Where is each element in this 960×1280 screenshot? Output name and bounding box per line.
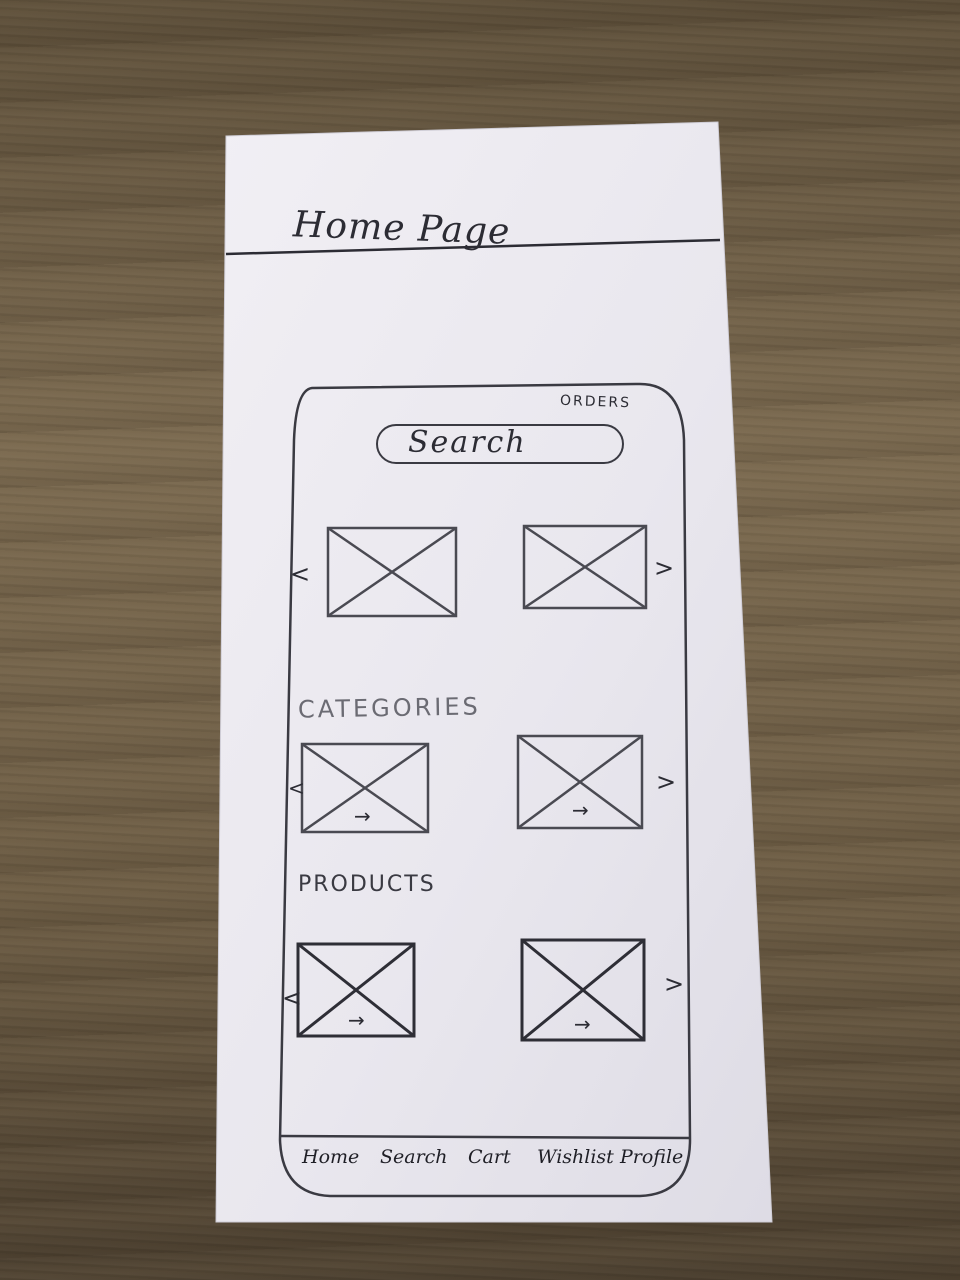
banner-next-arrow[interactable]: > (654, 554, 674, 582)
phone-frame (278, 382, 692, 1198)
category-1-arrow-icon[interactable]: → (354, 804, 371, 828)
banner-image-1 (326, 526, 458, 618)
paper-sheet (215, 121, 773, 1223)
nav-profile[interactable]: Profile (620, 1146, 683, 1168)
orders-link[interactable]: ORDERS (560, 393, 632, 411)
nav-home[interactable]: Home (302, 1146, 359, 1168)
products-heading: PRODUCTS (298, 872, 436, 897)
product-2-arrow-icon[interactable]: → (574, 1012, 591, 1036)
nav-wishlist[interactable]: Wishlist (537, 1146, 614, 1168)
page-title: Home Page (292, 204, 512, 253)
paper-surface (215, 121, 773, 1223)
categories-prev-arrow[interactable]: < (288, 776, 305, 800)
category-2-arrow-icon[interactable]: → (572, 798, 589, 822)
products-next-arrow[interactable]: > (664, 970, 684, 998)
nav-cart[interactable]: Cart (468, 1146, 511, 1168)
categories-next-arrow[interactable]: > (656, 768, 676, 796)
products-prev-arrow[interactable]: < (282, 984, 302, 1012)
banner-prev-arrow[interactable]: < (290, 560, 310, 588)
search-placeholder: Search (408, 425, 527, 460)
nav-search[interactable]: Search (380, 1146, 448, 1168)
categories-heading: CATEGORIES (297, 692, 482, 724)
product-1-arrow-icon[interactable]: → (348, 1008, 365, 1032)
bottom-nav-divider (279, 1134, 691, 1140)
banner-image-2 (522, 524, 648, 610)
